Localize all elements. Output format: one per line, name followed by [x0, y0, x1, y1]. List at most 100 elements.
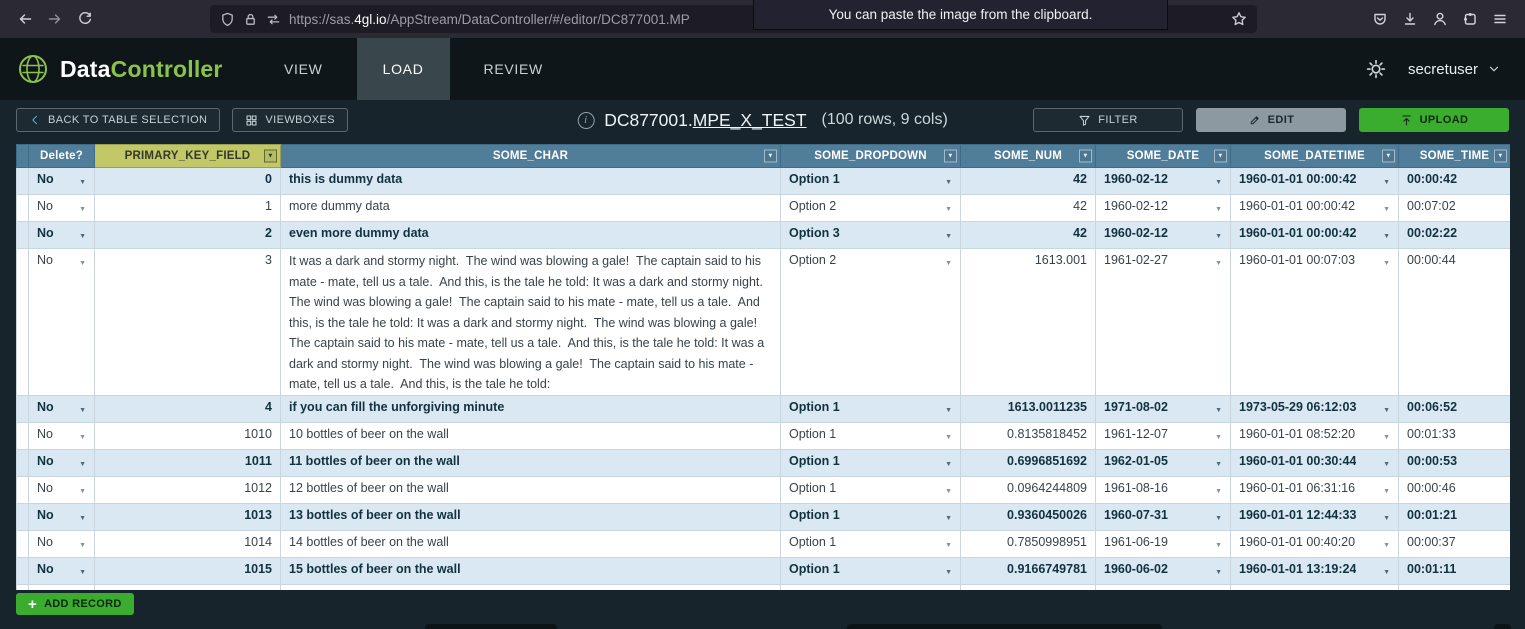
- info-icon[interactable]: i: [577, 112, 594, 129]
- cell-date[interactable]: 1960-07-31▼: [1096, 504, 1231, 531]
- cell-dropdown-arrow-icon[interactable]: ▼: [945, 560, 952, 582]
- cell-dropdown[interactable]: Option 3▼: [781, 222, 961, 249]
- back-to-table-selection-button[interactable]: BACK TO TABLE SELECTION: [16, 108, 220, 132]
- column-filter-dropdown-icon[interactable]: ▼: [1382, 150, 1395, 163]
- cell-char[interactable]: if you can fill the unforgiving minute: [281, 396, 781, 423]
- cell-date[interactable]: 1962-01-05▼: [1096, 450, 1231, 477]
- cell-time[interactable]: 00:00:44: [1399, 249, 1511, 396]
- refresh-icon[interactable]: [70, 4, 100, 34]
- cell-dropdown-arrow-icon[interactable]: ▼: [1215, 398, 1222, 420]
- cell-num[interactable]: 42: [961, 168, 1096, 195]
- cell-num[interactable]: 42: [961, 195, 1096, 222]
- cell-datetime[interactable]: 1960-01-01 00:00:42▼: [1231, 168, 1399, 195]
- cell-dropdown[interactable]: Option 1▼: [781, 450, 961, 477]
- cell-date[interactable]: 1961-12-07▼: [1096, 423, 1231, 450]
- column-header-char[interactable]: SOME_CHAR▼: [281, 145, 781, 168]
- cell-date[interactable]: 1971-08-02▼: [1096, 396, 1231, 423]
- cell-datetime[interactable]: 1960-01-01 00:40:20▼: [1231, 531, 1399, 558]
- cell-dropdown-arrow-icon[interactable]: ▼: [79, 398, 86, 420]
- cell-time[interactable]: 00:01:11: [1399, 558, 1511, 585]
- cell-char[interactable]: 12 bottles of beer on the wall: [281, 477, 781, 504]
- cell-datetime[interactable]: 1960-01-01 00:07:03▼: [1231, 249, 1399, 396]
- cell-dropdown-arrow-icon[interactable]: ▼: [945, 398, 952, 420]
- cell-pk[interactable]: 1014: [95, 531, 281, 558]
- cell-dropdown-arrow-icon[interactable]: ▼: [1215, 479, 1222, 501]
- cell-num[interactable]: 0.9360450026: [961, 504, 1096, 531]
- cell-dropdown-arrow-icon[interactable]: ▼: [1383, 197, 1390, 219]
- cell-delete[interactable]: No▼: [29, 450, 95, 477]
- cell-time[interactable]: 00:02:22: [1399, 222, 1511, 249]
- cell-time[interactable]: 00:06:52: [1399, 396, 1511, 423]
- cell-pk[interactable]: 1: [95, 195, 281, 222]
- viewboxes-button[interactable]: VIEWBOXES: [232, 108, 348, 132]
- cell-pk[interactable]: 1011: [95, 450, 281, 477]
- cell-dropdown-arrow-icon[interactable]: ▼: [1383, 251, 1390, 273]
- cell-dropdown-arrow-icon[interactable]: ▼: [1215, 197, 1222, 219]
- cell-dropdown[interactable]: Option 1▼: [781, 531, 961, 558]
- column-header-dropdown[interactable]: SOME_DROPDOWN▼: [781, 145, 961, 168]
- user-menu[interactable]: secretuser: [1408, 61, 1501, 78]
- cell-dropdown-arrow-icon[interactable]: ▼: [1215, 251, 1222, 273]
- cell-datetime[interactable]: 1960-01-01 12:44:33▼: [1231, 504, 1399, 531]
- cell-date[interactable]: 1960-02-12▼: [1096, 222, 1231, 249]
- cell-dropdown[interactable]: Option 2▼: [781, 195, 961, 222]
- cell-dropdown-arrow-icon[interactable]: ▼: [79, 197, 86, 219]
- cell-dropdown[interactable]: Option 2▼: [781, 249, 961, 396]
- cell-char[interactable]: 10 bottles of beer on the wall: [281, 423, 781, 450]
- cell-delete[interactable]: No▼: [29, 477, 95, 504]
- back-icon[interactable]: [10, 4, 40, 34]
- column-header-pk[interactable]: PRIMARY_KEY_FIELD▼: [95, 145, 281, 168]
- cell-dropdown-arrow-icon[interactable]: ▼: [79, 452, 86, 474]
- column-filter-dropdown-icon[interactable]: ▼: [764, 150, 777, 163]
- cell-dropdown-arrow-icon[interactable]: ▼: [1383, 425, 1390, 447]
- filter-button[interactable]: FILTER: [1033, 108, 1183, 132]
- cell-pk[interactable]: 1012: [95, 477, 281, 504]
- account-icon[interactable]: [1425, 4, 1455, 34]
- cell-date[interactable]: 1961-08-16▼: [1096, 477, 1231, 504]
- cell-dropdown[interactable]: Option 1▼: [781, 423, 961, 450]
- cell-datetime[interactable]: 1960-01-01 06:31:16▼: [1231, 477, 1399, 504]
- permissions-icon[interactable]: [266, 12, 281, 27]
- column-filter-dropdown-icon[interactable]: ▼: [944, 150, 957, 163]
- cell-delete[interactable]: No▼: [29, 168, 95, 195]
- extensions-icon[interactable]: [1455, 4, 1485, 34]
- cell-date[interactable]: 1960-02-12▼: [1096, 168, 1231, 195]
- cell-time[interactable]: 00:00:46: [1399, 477, 1511, 504]
- cell-date[interactable]: 1961-06-19▼: [1096, 531, 1231, 558]
- cell-dropdown[interactable]: Option 1▼: [781, 168, 961, 195]
- pocket-icon[interactable]: [1365, 4, 1395, 34]
- cell-date[interactable]: 1961-02-27▼: [1096, 249, 1231, 396]
- cell-pk[interactable]: 2: [95, 222, 281, 249]
- cell-dropdown-arrow-icon[interactable]: ▼: [945, 479, 952, 501]
- shield-icon[interactable]: [220, 12, 235, 27]
- cell-dropdown[interactable]: Option 1▼: [781, 477, 961, 504]
- cell-dropdown-arrow-icon[interactable]: ▼: [1215, 224, 1222, 246]
- theme-toggle-icon[interactable]: [1366, 59, 1386, 79]
- cell-char[interactable]: more dummy data: [281, 195, 781, 222]
- tab-view[interactable]: VIEW: [258, 38, 349, 100]
- cell-date[interactable]: 1960-06-02▼: [1096, 558, 1231, 585]
- forward-icon[interactable]: [40, 4, 70, 34]
- cell-num[interactable]: 1613.001: [961, 249, 1096, 396]
- cell-pk[interactable]: 3: [95, 249, 281, 396]
- cell-dropdown-arrow-icon[interactable]: ▼: [1215, 560, 1222, 582]
- cell-dropdown-arrow-icon[interactable]: ▼: [945, 452, 952, 474]
- cell-dropdown-arrow-icon[interactable]: ▼: [1215, 506, 1222, 528]
- cell-num[interactable]: 0.0964244809: [961, 477, 1096, 504]
- cell-char[interactable]: 14 bottles of beer on the wall: [281, 531, 781, 558]
- downloads-icon[interactable]: [1395, 4, 1425, 34]
- tab-review[interactable]: REVIEW: [458, 38, 569, 100]
- cell-delete[interactable]: No▼: [29, 222, 95, 249]
- cell-num[interactable]: 0.9166749781: [961, 558, 1096, 585]
- cell-delete[interactable]: No▼: [29, 531, 95, 558]
- lock-icon[interactable]: [243, 12, 258, 27]
- cell-delete[interactable]: No▼: [29, 396, 95, 423]
- cell-dropdown-arrow-icon[interactable]: ▼: [945, 506, 952, 528]
- cell-pk[interactable]: 1015: [95, 558, 281, 585]
- column-header-num[interactable]: SOME_NUM▼: [961, 145, 1096, 168]
- cell-datetime[interactable]: 1960-01-01 00:00:42▼: [1231, 195, 1399, 222]
- cell-dropdown-arrow-icon[interactable]: ▼: [1215, 170, 1222, 192]
- app-logo[interactable]: DataController: [0, 38, 240, 100]
- cell-char[interactable]: this is dummy data: [281, 168, 781, 195]
- cell-dropdown-arrow-icon[interactable]: ▼: [79, 170, 86, 192]
